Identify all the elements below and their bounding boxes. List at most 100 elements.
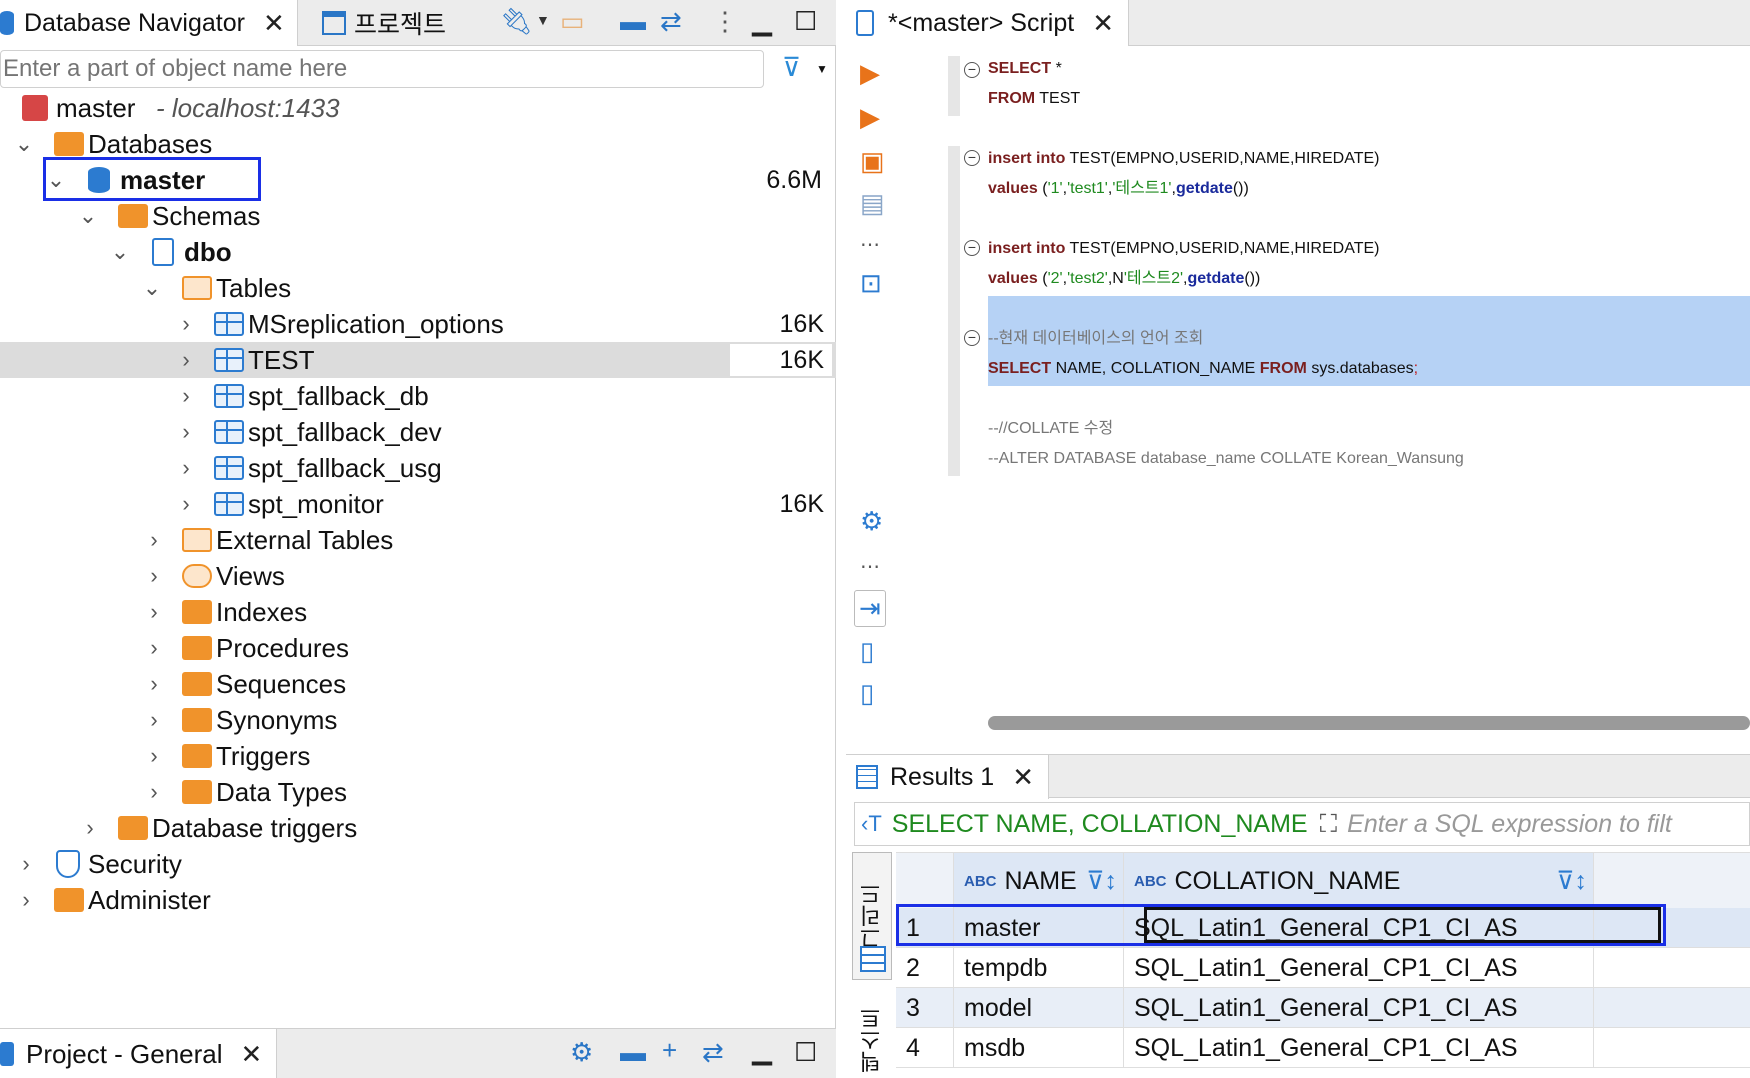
chevron-right-icon[interactable]: › [144,635,164,661]
maximize-icon[interactable]: ☐ [794,6,817,37]
row-number[interactable]: 2 [896,948,954,988]
document-error-icon[interactable]: ▯ [860,636,874,667]
tree-item-views[interactable]: › Views [0,558,836,594]
new-folder-icon[interactable]: ▭ [560,6,585,37]
tree-item-indexes[interactable]: › Indexes [0,594,836,630]
tree-item-tables[interactable]: ⌄ Tables [0,270,836,306]
tab-master-script[interactable]: *<master> Script ✕ [846,0,1129,46]
more-horizontal-icon[interactable]: ⋯ [860,554,880,579]
tab-project[interactable]: 프로젝트 [322,0,446,46]
tree-item-external-tables[interactable]: › External Tables [0,522,836,558]
tree-item-synonyms[interactable]: › Synonyms [0,702,836,738]
expand-icon[interactable]: ⛶ [1320,810,1338,839]
execute-script-icon[interactable]: ▣ [860,146,885,177]
cell-collation[interactable]: SQL_Latin1_General_CP1_CI_AS [1124,948,1594,988]
chevron-right-icon[interactable]: › [144,779,164,805]
execute-statement-icon[interactable]: ▶ [860,58,880,89]
row-number[interactable]: 1 [896,908,954,948]
fold-collapse-icon[interactable]: − [964,150,980,166]
cell-name[interactable]: master [954,908,1124,948]
table-row[interactable]: 3 model SQL_Latin1_General_CP1_CI_AS [896,988,1750,1028]
chevron-right-icon[interactable]: › [144,671,164,697]
row-number[interactable]: 3 [896,988,954,1028]
link-editor-icon[interactable]: ⇄ [702,1037,724,1068]
add-icon[interactable]: + [662,1035,677,1066]
cell-collation[interactable]: SQL_Latin1_General_CP1_CI_AS [1124,1028,1594,1068]
tree-item-data-types[interactable]: › Data Types [0,774,836,810]
cell-name[interactable]: msdb [954,1028,1124,1068]
chevron-right-icon[interactable]: › [80,815,100,841]
chevron-right-icon[interactable]: › [176,491,196,517]
tree-item-table[interactable]: › spt_fallback_usg [0,450,836,486]
chevron-right-icon[interactable]: › [16,851,36,877]
table-row[interactable]: 1 master SQL_Latin1_General_CP1_CI_AS [896,908,1750,948]
export-icon[interactable]: ⇥ [854,590,886,627]
tree-item-database-triggers[interactable]: › Database triggers [0,810,836,846]
tree-item-schemas[interactable]: ⌄ Schemas [0,198,836,234]
chevron-right-icon[interactable]: › [144,527,164,553]
editor-horizontal-scrollbar[interactable] [988,716,1750,730]
fold-collapse-icon[interactable]: − [964,62,980,78]
dropdown-icon[interactable]: ▼ [536,12,550,28]
filter-sort-icon[interactable]: ⊽↕ [1086,866,1117,896]
cell-collation[interactable]: SQL_Latin1_General_CP1_CI_AS [1124,988,1594,1028]
tab-project-general[interactable]: Project - General ✕ [0,1029,278,1078]
link-editor-icon[interactable]: ⇄ [660,6,682,37]
more-horizontal-icon[interactable]: ⋯ [860,232,880,257]
cell-name[interactable]: model [954,988,1124,1028]
tree-item-triggers[interactable]: › Triggers [0,738,836,774]
tree-item-table[interactable]: › spt_fallback_db [0,378,836,414]
cell-collation[interactable]: SQL_Latin1_General_CP1_CI_AS [1124,908,1594,948]
chevron-right-icon[interactable]: › [176,347,196,373]
chevron-right-icon[interactable]: › [176,383,196,409]
chevron-down-icon[interactable]: ⌄ [14,131,34,157]
variables-icon[interactable]: ▯ [860,678,874,709]
table-row[interactable]: 2 tempdb SQL_Latin1_General_CP1_CI_AS [896,948,1750,988]
tree-item-table[interactable]: › spt_fallback_dev [0,414,836,450]
collapse-icon[interactable]: ▬ [620,6,646,37]
minimize-icon[interactable]: ▁ [752,1035,772,1066]
chevron-right-icon[interactable]: › [176,419,196,445]
chevron-right-icon[interactable]: › [16,887,36,913]
cell-name[interactable]: tempdb [954,948,1124,988]
row-number[interactable]: 4 [896,1028,954,1068]
close-icon[interactable]: ✕ [1092,8,1114,39]
close-icon[interactable]: ✕ [241,1039,263,1070]
maximize-icon[interactable]: ☐ [794,1037,817,1068]
tab-text-view[interactable]: 텍스트 [852,1002,892,1078]
chevron-right-icon[interactable]: › [144,599,164,625]
tree-item-sequences[interactable]: › Sequences [0,666,836,702]
tree-item-dbo[interactable]: ⌄ dbo [0,234,836,270]
collapse-icon[interactable]: ▬ [620,1037,646,1068]
gear-icon[interactable]: ⚙ [860,506,883,537]
close-icon[interactable]: ✕ [263,8,285,39]
object-search-input[interactable] [0,50,764,88]
chevron-right-icon[interactable]: › [144,563,164,589]
chevron-right-icon[interactable]: › [144,707,164,733]
execute-in-new-tab-icon[interactable]: ▶ [860,102,880,133]
tree-item-table-selected[interactable]: › TEST 16K [0,342,836,378]
filter-expression-input[interactable]: Enter a SQL expression to filt [1347,810,1672,839]
filter-icon[interactable]: ⊽ [782,52,801,83]
gear-icon[interactable]: ⚙ [570,1037,593,1068]
tree-item-table[interactable]: › MSreplication_options 16K [0,306,836,342]
chevron-down-icon[interactable]: ⌄ [78,203,98,229]
column-header-name[interactable]: ABC NAME ⊽↕ [954,853,1124,909]
tree-item-procedures[interactable]: › Procedures [0,630,836,666]
tree-item-table[interactable]: › spt_monitor 16K [0,486,836,522]
execute-script-new-tab-icon[interactable]: ▤ [860,188,885,219]
minimize-icon[interactable]: ▁ [752,6,772,37]
close-icon[interactable]: ✕ [1012,762,1034,793]
tab-results-1[interactable]: Results 1 ✕ [846,755,1050,799]
connect-plug-icon[interactable]: 🔌︎ [500,6,533,37]
filter-sort-icon[interactable]: ⊽↕ [1556,866,1587,896]
table-row[interactable]: 4 msdb SQL_Latin1_General_CP1_CI_AS [896,1028,1750,1068]
more-vertical-icon[interactable]: ⋮ [712,6,738,37]
column-header-collation[interactable]: ABC COLLATION_NAME ⊽↕ [1124,853,1594,909]
chevron-right-icon[interactable]: › [144,743,164,769]
chevron-right-icon[interactable]: › [176,311,196,337]
tree-item-connection[interactable]: master - localhost:1433 [0,90,836,126]
tree-item-security[interactable]: › Security [0,846,836,882]
chevron-down-icon[interactable]: ⌄ [142,275,162,301]
tab-database-navigator[interactable]: Database Navigator ✕ [0,0,298,46]
